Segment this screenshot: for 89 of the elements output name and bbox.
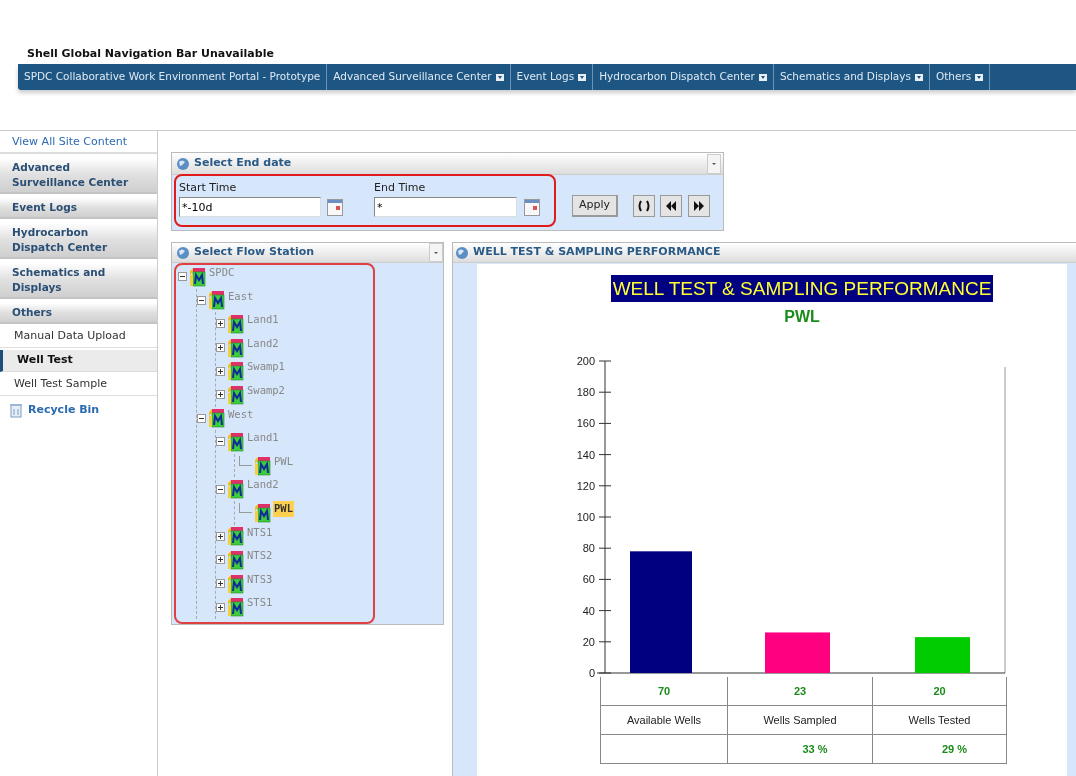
dropdown-icon[interactable] bbox=[578, 73, 587, 81]
table-cell: 70 bbox=[601, 677, 727, 706]
tick-label: 40 bbox=[582, 604, 595, 617]
sidebar-heading[interactable]: Schematics and Displays bbox=[0, 263, 157, 299]
end-time-field[interactable]: * bbox=[374, 197, 517, 217]
sidebar-item[interactable]: Well Test Sample bbox=[0, 374, 157, 396]
station-icon bbox=[227, 479, 244, 500]
tick-label: 20 bbox=[582, 635, 595, 648]
station-icon bbox=[254, 455, 271, 476]
nav-item[interactable]: Hydrocarbon Dispatch Center bbox=[593, 64, 774, 90]
tick-label: 140 bbox=[576, 448, 595, 461]
chart-subtitle: PWL bbox=[784, 307, 820, 327]
expand-icon[interactable] bbox=[216, 579, 225, 588]
collapse-icon[interactable] bbox=[197, 295, 206, 305]
expand-icon[interactable] bbox=[216, 555, 225, 565]
expand-icon[interactable] bbox=[216, 343, 225, 353]
station-icon bbox=[227, 384, 244, 405]
table-cell: 23 bbox=[728, 677, 872, 706]
station-icon bbox=[208, 408, 225, 429]
nav-item[interactable]: Schematics and Displays bbox=[773, 64, 930, 90]
refresh-button[interactable] bbox=[633, 195, 655, 217]
panel-title: Select End date bbox=[194, 155, 292, 172]
panel-title: WELL TEST & SAMPLING PERFORMANCE bbox=[473, 244, 721, 261]
tick-label: 100 bbox=[576, 511, 595, 523]
start-time-field[interactable]: *-10d bbox=[179, 197, 321, 217]
header-title: Shell Global Navigation Bar Unavailable bbox=[27, 45, 274, 62]
tick-label: 180 bbox=[576, 386, 595, 399]
table-cell: Wells Tested bbox=[873, 706, 1006, 735]
station-icon bbox=[227, 526, 244, 547]
dropdown-icon[interactable] bbox=[975, 73, 984, 81]
dropdown-icon[interactable] bbox=[915, 73, 923, 81]
sidebar-heading[interactable]: Hydrocarbon Dispatch Center bbox=[0, 223, 157, 259]
station-icon bbox=[227, 337, 244, 358]
tick-label: 200 bbox=[576, 355, 595, 367]
expand-icon[interactable] bbox=[216, 531, 225, 541]
nav-item[interactable]: Others bbox=[930, 64, 991, 90]
rewind-button[interactable] bbox=[660, 195, 682, 217]
globe-icon bbox=[455, 245, 469, 260]
nav-item[interactable]: Event Logs bbox=[510, 64, 594, 90]
sidebar-heading[interactable]: Others bbox=[0, 303, 157, 324]
calendar-icon[interactable] bbox=[524, 199, 540, 216]
fast-forward-button[interactable] bbox=[688, 195, 710, 217]
table-cell: 29 % bbox=[873, 735, 1006, 764]
tick-label: 80 bbox=[582, 542, 595, 555]
tree-node[interactable]: PWL bbox=[273, 500, 294, 517]
tick-label: 120 bbox=[576, 479, 595, 492]
calendar-icon[interactable] bbox=[327, 199, 343, 216]
recycle-bin-link[interactable]: Recycle Bin bbox=[28, 402, 100, 419]
nav-item[interactable]: Advanced Surveillance Center bbox=[327, 64, 511, 90]
sidebar-item[interactable]: Manual Data Upload bbox=[0, 326, 157, 348]
station-icon bbox=[227, 361, 244, 382]
expand-icon[interactable] bbox=[216, 390, 225, 400]
expand-icon[interactable] bbox=[216, 319, 225, 329]
station-icon bbox=[254, 502, 271, 523]
station-icon bbox=[227, 573, 244, 594]
sidebar-heading[interactable]: Advanced Surveillance Center bbox=[0, 158, 157, 194]
globe-icon bbox=[176, 245, 190, 260]
station-icon bbox=[227, 597, 244, 618]
field-label: End Time bbox=[374, 180, 426, 196]
expand-icon[interactable] bbox=[216, 602, 225, 612]
dropdown-icon[interactable] bbox=[495, 73, 504, 81]
field-label: Start Time bbox=[179, 180, 237, 196]
table-cell: Available Wells bbox=[601, 706, 727, 735]
tick-label: 160 bbox=[576, 417, 595, 430]
table-cell: Wells Sampled bbox=[728, 706, 872, 735]
collapse-icon[interactable] bbox=[216, 484, 225, 494]
collapse-icon[interactable] bbox=[197, 413, 206, 423]
chart-title: WELL TEST & SAMPLING PERFORMANCE bbox=[612, 279, 992, 298]
station-icon bbox=[227, 431, 244, 452]
station-icon bbox=[208, 290, 225, 311]
tick-label: 60 bbox=[582, 573, 595, 586]
expand-icon[interactable] bbox=[216, 366, 225, 376]
nav-item[interactable]: SPDC Collaborative Work Environment Portal - Prototype bbox=[18, 64, 328, 90]
table-cell: 33 % bbox=[728, 735, 872, 764]
collapse-icon[interactable] bbox=[178, 272, 187, 282]
sidebar-item[interactable]: Well Test bbox=[0, 350, 157, 372]
table-cell: 20 bbox=[873, 677, 1006, 706]
station-icon bbox=[189, 266, 206, 287]
recycle-bin-icon bbox=[10, 402, 22, 418]
panel-title: Select Flow Station bbox=[194, 244, 315, 261]
apply-button[interactable]: Apply bbox=[572, 195, 618, 217]
collapse-icon[interactable] bbox=[216, 437, 225, 447]
site-content-link[interactable]: View All Site Content bbox=[0, 134, 157, 154]
station-icon bbox=[227, 549, 244, 570]
dropdown-icon[interactable] bbox=[758, 73, 767, 81]
globe-icon bbox=[176, 156, 190, 171]
sidebar-heading[interactable]: Event Logs bbox=[0, 198, 157, 219]
tick-label: 0 bbox=[588, 667, 595, 679]
station-icon bbox=[227, 314, 244, 334]
